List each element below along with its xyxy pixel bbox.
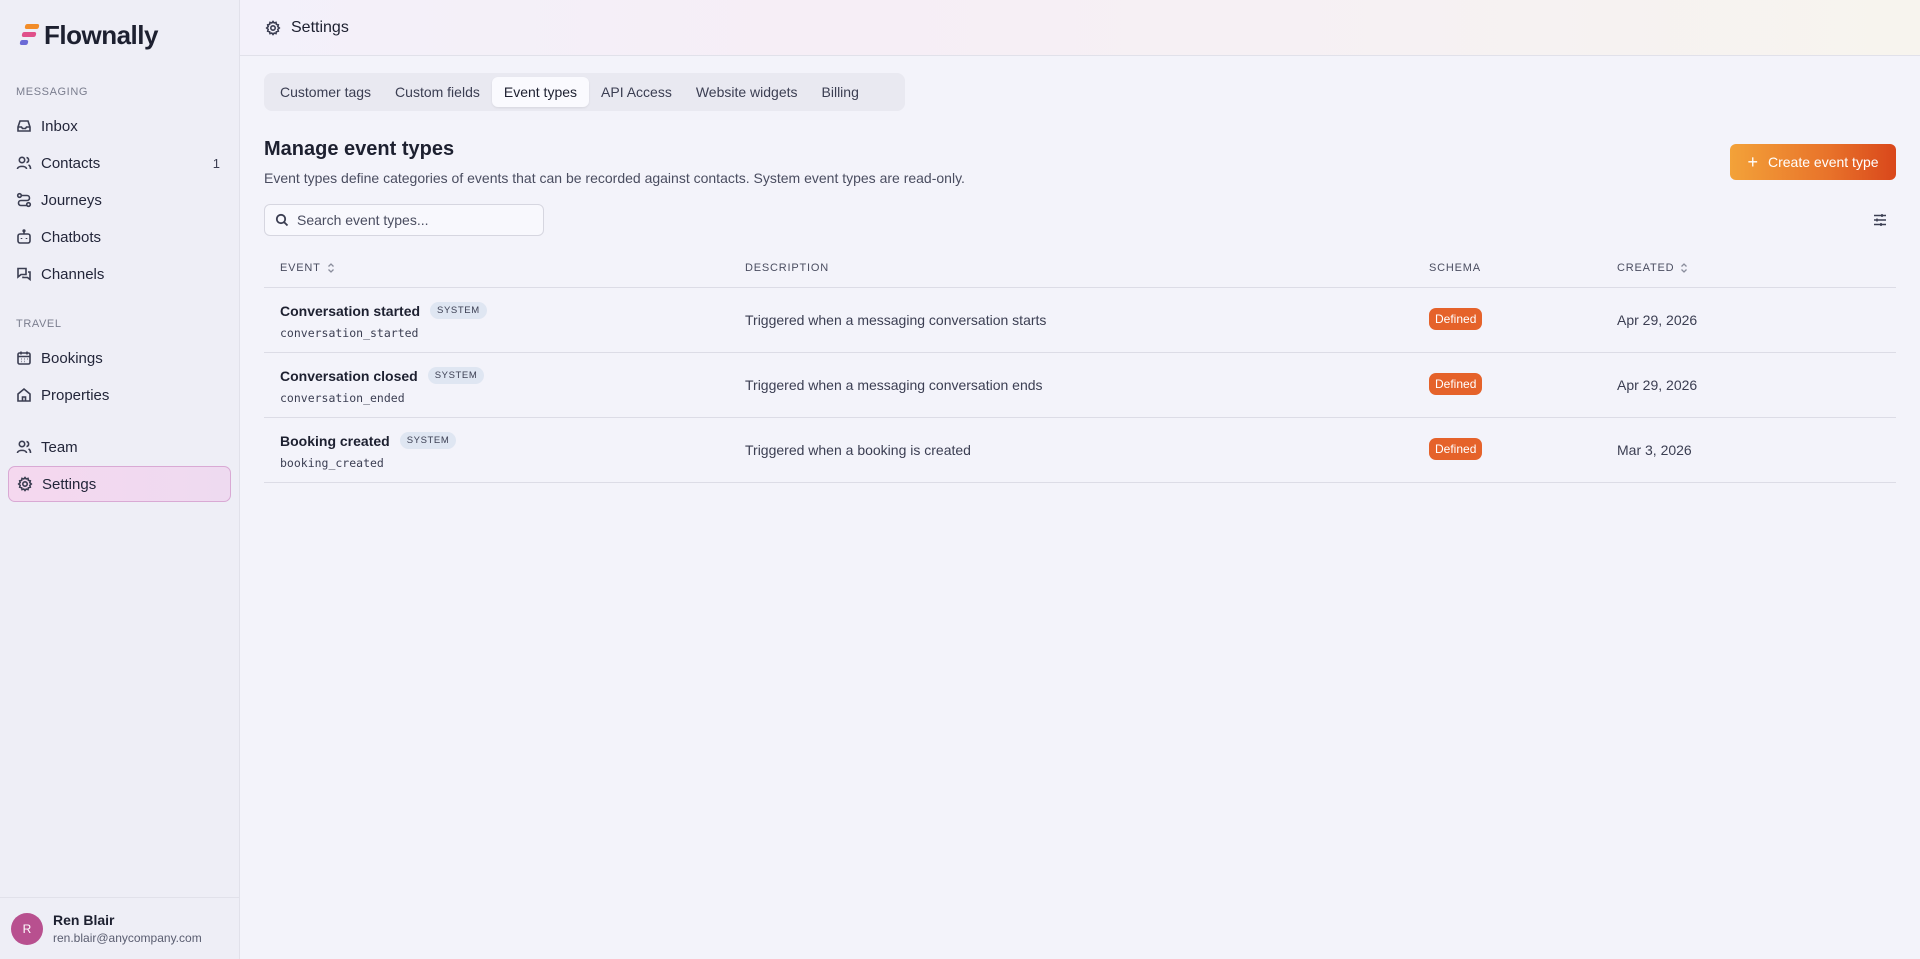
top-header: Settings	[240, 0, 1920, 56]
column-label: DESCRIPTION	[745, 262, 829, 274]
event-key: conversation_ended	[280, 391, 405, 405]
sidebar-item-label: Bookings	[41, 349, 103, 367]
sidebar-item-channels[interactable]: Channels	[8, 256, 231, 292]
chat-icon	[17, 267, 31, 282]
table-row[interactable]: Booking created SYSTEM booking_created T…	[264, 418, 1896, 483]
plus-icon: +	[1747, 152, 1758, 172]
section-label-travel: TRAVEL	[16, 318, 62, 330]
event-name-cell: Conversation closed SYSTEM	[280, 367, 485, 384]
user-profile[interactable]: R Ren Blair ren.blair@anycompany.com	[0, 897, 240, 959]
user-email: ren.blair@anycompany.com	[53, 931, 202, 945]
home-icon	[17, 387, 31, 402]
sidebar-item-label: Properties	[41, 386, 110, 404]
search-icon	[275, 213, 289, 227]
system-badge: SYSTEM	[399, 432, 457, 449]
event-name: Conversation started	[280, 302, 421, 319]
sort-icon	[1680, 262, 1688, 274]
tab-website-widgets[interactable]: Website widgets	[684, 77, 810, 107]
create-event-type-button[interactable]: + Create event type	[1730, 144, 1896, 180]
search-box	[264, 204, 544, 236]
event-name: Conversation closed	[280, 367, 418, 384]
tab-api-access[interactable]: API Access	[589, 77, 684, 107]
inbox-icon	[17, 120, 31, 132]
users-icon	[16, 156, 32, 170]
event-types-table: EVENT DESCRIPTION SCHEMA CREATED Convers…	[264, 248, 1896, 483]
sidebar-item-inbox[interactable]: Inbox	[8, 108, 231, 144]
gear-icon	[17, 476, 33, 492]
column-header-description: DESCRIPTION	[745, 262, 829, 274]
tab-custom-fields[interactable]: Custom fields	[383, 77, 492, 107]
sidebar: Flownally MESSAGING Inbox Contacts 1 Jou…	[0, 0, 240, 959]
schema-badge: Defined	[1429, 308, 1483, 330]
column-header-schema: SCHEMA	[1429, 262, 1481, 274]
create-button-label: Create event type	[1768, 154, 1879, 170]
event-description: Triggered when a messaging conversation …	[745, 312, 1047, 328]
route-icon	[16, 192, 32, 208]
logo-mark-icon	[19, 23, 40, 49]
column-label: CREATED	[1617, 262, 1675, 274]
sidebar-item-properties[interactable]: Properties	[8, 377, 231, 413]
sidebar-item-label: Contacts	[41, 154, 101, 172]
schema-badge: Defined	[1429, 373, 1483, 395]
sidebar-item-label: Journeys	[41, 191, 102, 209]
sidebar-item-label: Team	[41, 438, 78, 456]
system-badge: SYSTEM	[427, 367, 485, 384]
contacts-count-badge: 1	[212, 155, 220, 171]
logo[interactable]: Flownally	[19, 20, 158, 51]
bot-icon	[17, 229, 31, 244]
settings-tabs: Customer tags Custom fields Event types …	[264, 73, 905, 111]
tab-billing[interactable]: Billing	[810, 77, 871, 107]
created-date: Mar 3, 2026	[1617, 442, 1692, 458]
event-key: conversation_started	[280, 326, 419, 340]
calendar-icon	[17, 351, 31, 365]
sort-icon	[327, 262, 335, 274]
sidebar-item-team[interactable]: Team	[8, 429, 231, 465]
page-description: Event types define categories of events …	[264, 170, 965, 186]
event-name: Booking created	[280, 432, 390, 449]
event-description: Triggered when a booking is created	[745, 442, 971, 458]
schema-badge: Defined	[1429, 438, 1483, 460]
filter-settings-icon[interactable]	[1872, 212, 1888, 228]
logo-text: Flownally	[44, 20, 158, 50]
column-header-created[interactable]: CREATED	[1617, 262, 1688, 274]
event-key: booking_created	[280, 456, 384, 470]
table-row[interactable]: Conversation closed SYSTEM conversation_…	[264, 353, 1896, 418]
page-header-title: Settings	[291, 18, 349, 36]
created-date: Apr 29, 2026	[1617, 377, 1698, 393]
event-description: Triggered when a messaging conversation …	[745, 377, 1043, 393]
sidebar-item-bookings[interactable]: Bookings	[8, 340, 231, 376]
created-date: Apr 29, 2026	[1617, 312, 1698, 328]
sidebar-item-journeys[interactable]: Journeys	[8, 182, 231, 218]
table-row[interactable]: Conversation started SYSTEM conversation…	[264, 288, 1896, 353]
event-name-cell: Conversation started SYSTEM	[280, 302, 487, 319]
gear-icon	[265, 19, 281, 36]
system-badge: SYSTEM	[430, 302, 487, 319]
avatar: R	[11, 912, 43, 945]
user-name: Ren Blair	[53, 912, 115, 928]
tab-customer-tags[interactable]: Customer tags	[268, 77, 383, 107]
sidebar-item-contacts[interactable]: Contacts 1	[8, 145, 231, 181]
table-header: EVENT DESCRIPTION SCHEMA CREATED	[264, 248, 1896, 288]
column-label: SCHEMA	[1429, 262, 1481, 274]
column-label: EVENT	[280, 262, 321, 274]
sidebar-item-settings[interactable]: Settings	[8, 466, 231, 502]
sidebar-item-label: Settings	[42, 475, 97, 493]
tab-event-types[interactable]: Event types	[491, 77, 590, 107]
sidebar-item-chatbots[interactable]: Chatbots	[8, 219, 231, 255]
column-header-event[interactable]: EVENT	[280, 262, 335, 274]
event-name-cell: Booking created SYSTEM	[280, 432, 457, 449]
section-label-messaging: MESSAGING	[16, 86, 89, 98]
search-input[interactable]	[297, 212, 527, 228]
sidebar-item-label: Chatbots	[41, 228, 102, 246]
team-icon	[16, 440, 32, 454]
sidebar-item-label: Inbox	[41, 117, 78, 135]
sidebar-item-label: Channels	[41, 265, 105, 283]
page-title: Manage event types	[264, 138, 455, 160]
